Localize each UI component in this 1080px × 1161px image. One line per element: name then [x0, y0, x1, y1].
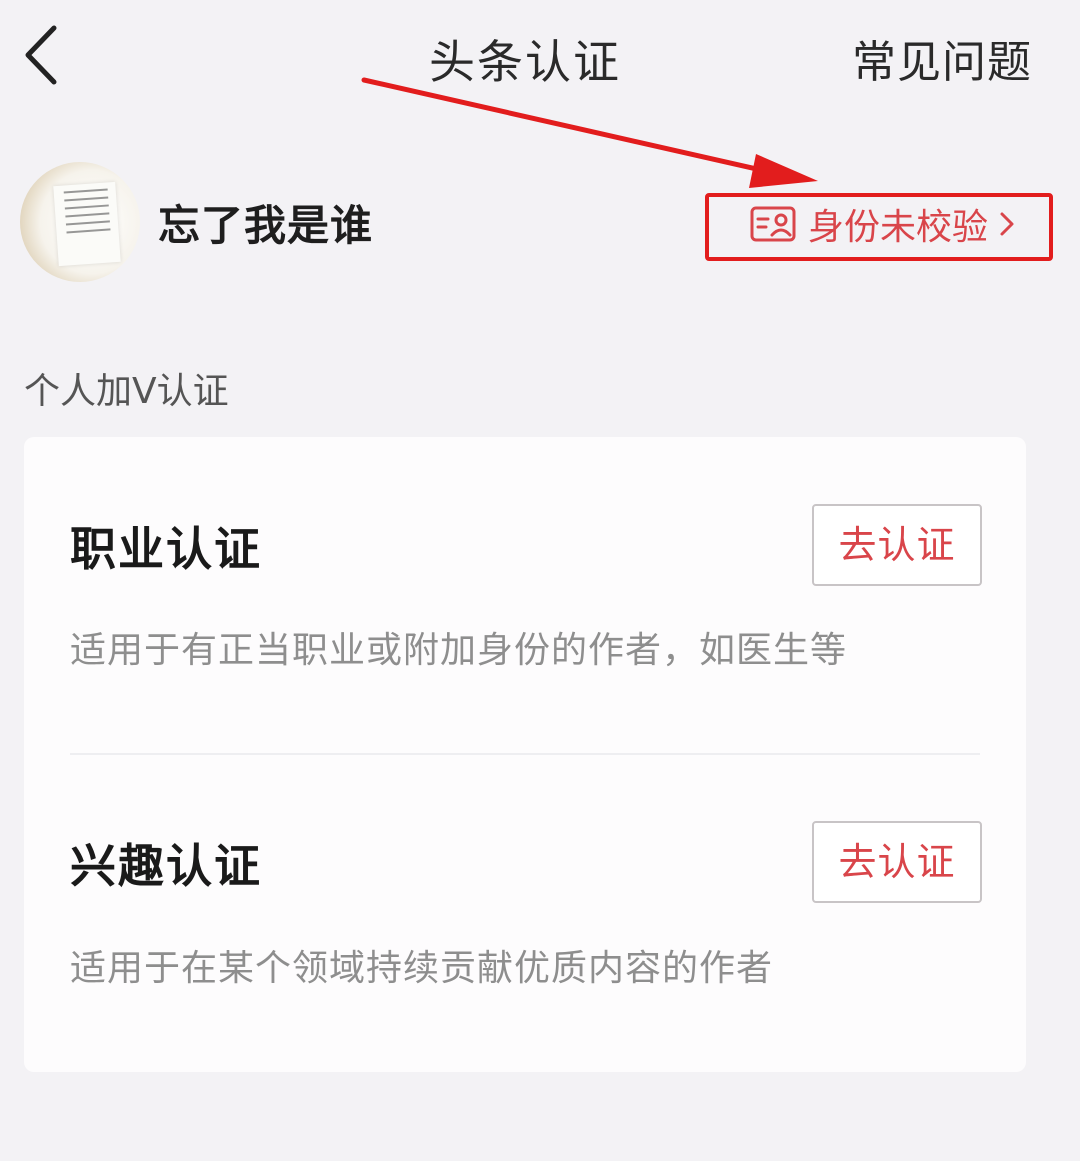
- identity-verify-link[interactable]: 身份未校验: [750, 198, 1016, 250]
- professional-cert-title: 职业认证: [70, 522, 262, 576]
- nav-bar: 头条认证 常见问题: [0, 0, 1080, 110]
- avatar[interactable]: [20, 162, 140, 282]
- verify-status-label: 身份未校验: [808, 207, 989, 248]
- chevron-right-icon: [1000, 212, 1014, 236]
- interest-cert-description: 适用于在某个领域持续贡献优质内容的作者: [70, 948, 774, 989]
- faq-link[interactable]: 常见问题: [852, 26, 1032, 90]
- certification-card: 职业认证 去认证 适用于有正当职业或附加身份的作者，如医生等 兴趣认证 去认证 …: [24, 437, 1026, 1072]
- professional-cert-description: 适用于有正当职业或附加身份的作者，如医生等: [70, 630, 848, 671]
- interest-cert-button[interactable]: 去认证: [812, 821, 982, 903]
- interest-cert-title: 兴趣认证: [70, 839, 262, 893]
- id-card-icon: [750, 206, 796, 242]
- section-label: 个人加V认证: [24, 371, 229, 412]
- divider: [70, 753, 980, 755]
- professional-cert-button[interactable]: 去认证: [812, 504, 982, 586]
- user-name: 忘了我是谁: [158, 201, 374, 250]
- avatar-image: [53, 181, 121, 267]
